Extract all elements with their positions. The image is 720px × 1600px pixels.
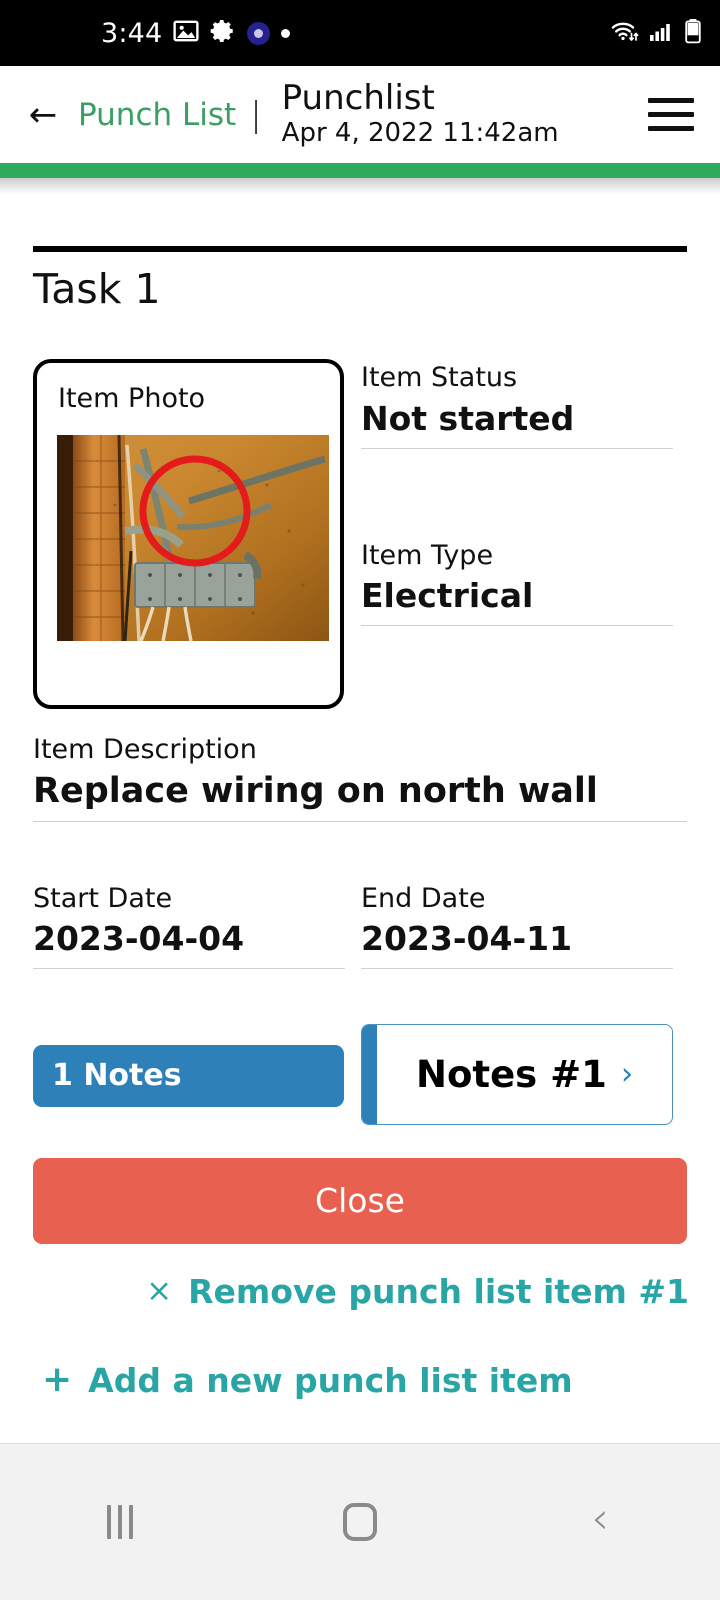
recent-bar (107, 1505, 111, 1539)
home-icon (343, 1503, 377, 1541)
breadcrumb-separator: | (250, 94, 262, 135)
hamburger-line (648, 112, 694, 117)
end-date-field: End Date 2023-04-11 (361, 880, 673, 969)
end-date-value[interactable]: 2023-04-11 (361, 917, 673, 968)
cellular-signal-icon (649, 19, 675, 47)
notes-row: 1 Notes Notes #1 › (0, 1023, 720, 1140)
start-date-field: Start Date 2023-04-04 (33, 880, 345, 969)
accent-bar-shadow (0, 178, 720, 194)
accent-bar (0, 163, 720, 178)
item-description-value[interactable]: Replace wiring on north wall (33, 769, 687, 821)
wifi-icon (610, 19, 640, 47)
end-date-label: End Date (361, 882, 486, 914)
dates-row: Start Date 2023-04-04 End Date 2023-04-1… (0, 880, 720, 990)
item-type-field: Item Type Electrical (361, 537, 673, 626)
app-header: ← Punch List | Punchlist Apr 4, 2022 11:… (0, 66, 720, 163)
item-photo-label: Item Photo (58, 383, 206, 415)
remove-punch-list-item-link[interactable]: × Remove punch list item #1 (0, 1272, 689, 1311)
task-divider (33, 246, 687, 252)
back-button[interactable]: ‹ (480, 1493, 720, 1544)
notes-item-card[interactable]: Notes #1 › (361, 1023, 673, 1125)
field-underline (361, 624, 673, 626)
system-nav-bar: ‹ (0, 1444, 720, 1600)
field-underline (33, 820, 687, 822)
status-bar-left: 3:44 (101, 17, 291, 49)
chevron-right-icon: › (620, 1055, 634, 1092)
item-summary-row: Item Photo Item Status Not started Item … (0, 359, 720, 710)
back-icon: ‹ (591, 1493, 609, 1544)
item-type-label: Item Type (361, 539, 494, 571)
hamburger-line (648, 98, 694, 103)
item-photo-card[interactable]: Item Photo (33, 359, 344, 710)
app-badge-icon (247, 21, 271, 45)
recent-bar (118, 1505, 122, 1539)
item-description-field: Item Description Replace wiring on north… (33, 731, 687, 822)
remove-link-label: Remove punch list item #1 (188, 1271, 689, 1311)
item-photo-image[interactable] (57, 435, 329, 642)
gear-icon (210, 18, 236, 48)
electrical-wiring-photo (57, 435, 329, 642)
plus-icon: + (42, 1359, 73, 1401)
item-status-label: Item Status (361, 362, 518, 394)
item-status-value[interactable]: Not started (361, 397, 673, 448)
page-title: Punchlist (281, 77, 435, 118)
task-title: Task 1 (33, 265, 161, 313)
item-type-value[interactable]: Electrical (361, 574, 673, 625)
header-title-block: Punchlist Apr 4, 2022 11:42am (281, 77, 559, 150)
page-timestamp: Apr 4, 2022 11:42am (281, 118, 559, 149)
item-description-label: Item Description (33, 734, 257, 766)
status-bar: 3:44 (0, 0, 720, 66)
notes-count-button[interactable]: 1 Notes (33, 1044, 344, 1107)
main-content: Task 1 Item Photo Item Status Not starte… (0, 194, 720, 1400)
recent-apps-icon (107, 1505, 133, 1539)
image-icon (173, 18, 200, 48)
recent-bar (129, 1505, 133, 1539)
status-bar-right (610, 18, 702, 48)
add-link-label: Add a new punch list item (88, 1360, 573, 1400)
start-date-value[interactable]: 2023-04-04 (33, 917, 345, 968)
back-arrow-icon[interactable]: ← (24, 96, 62, 134)
item-fields: Item Status Not started Item Type Electr… (361, 359, 673, 626)
hamburger-icon[interactable] (648, 95, 694, 135)
status-bar-clock: 3:44 (101, 17, 163, 49)
item-status-field: Item Status Not started (361, 359, 673, 449)
hamburger-line (648, 126, 694, 131)
battery-icon (684, 18, 702, 48)
close-x-icon: × (146, 1272, 173, 1309)
recent-apps-button[interactable] (0, 1505, 240, 1539)
app-screen: 3:44 ← Punch List | Punchlist Apr 4, 202… (0, 0, 720, 1600)
start-date-label: Start Date (33, 882, 173, 914)
home-button[interactable] (240, 1503, 480, 1541)
field-underline (33, 967, 345, 969)
field-underline (361, 967, 673, 969)
notes-card-accent-strip (362, 1024, 377, 1124)
close-button[interactable]: Close (33, 1157, 687, 1244)
dot-icon (281, 28, 291, 38)
notes-item-label: Notes #1 (416, 1052, 607, 1096)
breadcrumb[interactable]: Punch List (78, 97, 236, 133)
add-punch-list-item-link[interactable]: + Add a new punch list item (42, 1361, 720, 1400)
field-spacer (361, 449, 673, 537)
